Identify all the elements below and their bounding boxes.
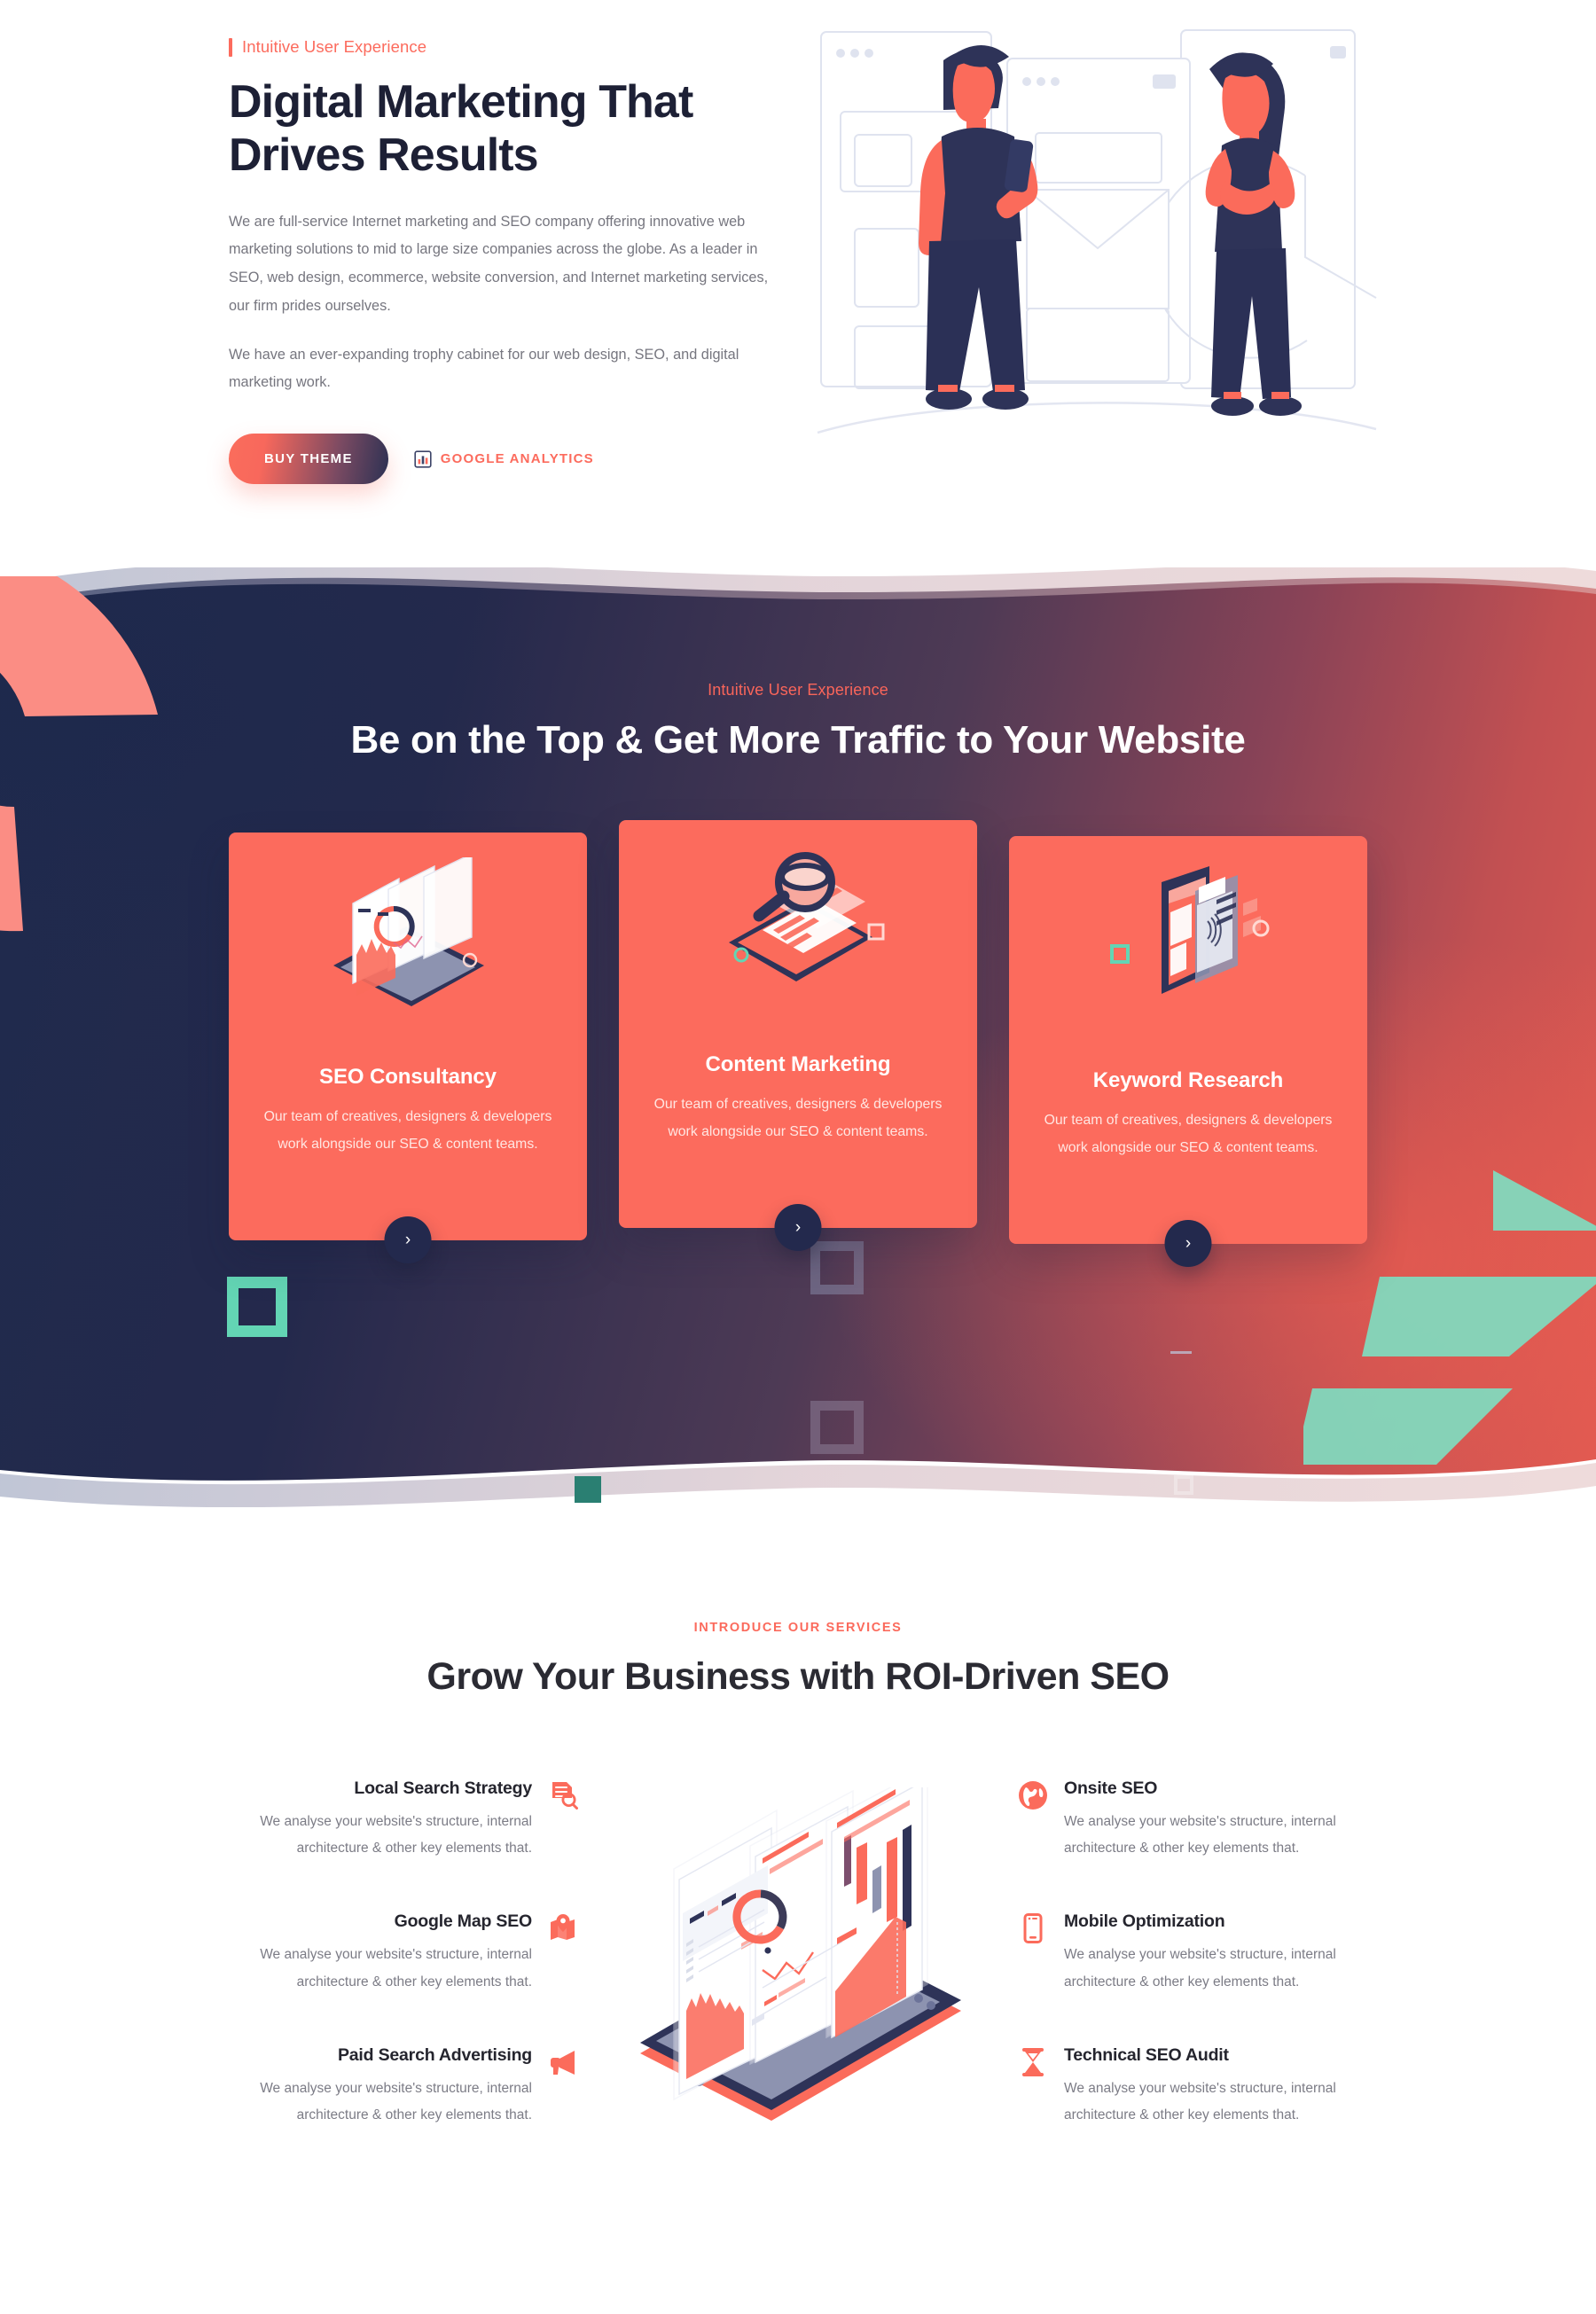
card-description: Our team of creatives, designers & devel…	[1044, 1113, 1333, 1155]
service-cards: SEO Consultancy Our team of creatives, d…	[0, 820, 1596, 1268]
small-white-square-decoration	[1174, 1475, 1193, 1495]
hero-paragraph-1: We are full-service Internet marketing a…	[229, 213, 769, 314]
card-content-marketing[interactable]: Content Marketing Our team of creatives,…	[619, 820, 977, 1252]
map-pin-icon	[551, 1914, 575, 1941]
card-title: SEO Consultancy	[319, 1065, 497, 1090]
service-item-description: We analyse your website's structure, int…	[260, 1947, 532, 1990]
services-grid: Local Search Strategy We analyse your we…	[0, 1778, 1596, 2133]
service-item-technical-seo-audit[interactable]: Technical SEO Audit We analyse your webs…	[1018, 2045, 1346, 2129]
document-search-icon	[552, 1781, 578, 1810]
hourglass-icon	[1022, 2047, 1044, 2076]
hero-paragraph-2: We have an ever-expanding trophy cabinet…	[229, 346, 739, 391]
google-analytics-label: GOOGLE ANALYTICS	[440, 451, 594, 467]
service-item-onsite-seo[interactable]: Onsite SEO We analyse your website's str…	[1018, 1778, 1346, 1862]
services-left-column: Local Search Strategy We analyse your we…	[232, 1778, 578, 2133]
card-arrow-button[interactable]: ›	[384, 1216, 432, 1264]
services-illustration	[603, 1778, 993, 2133]
service-item-description: We analyse your website's structure, int…	[260, 2080, 532, 2122]
service-item-google-map-seo[interactable]: Google Map SEO We analyse your website's…	[250, 1911, 578, 1995]
eyebrow-rule-icon	[229, 37, 232, 57]
hero-content: Intuitive User Experience Digital Market…	[229, 0, 796, 485]
globe-icon	[1019, 1780, 1047, 1810]
hero-section: Intuitive User Experience Digital Market…	[0, 0, 1596, 567]
card-description: Our team of creatives, designers & devel…	[263, 1109, 552, 1152]
service-item-description: We analyse your website's structure, int…	[1064, 2080, 1336, 2122]
hero-illustration	[809, 16, 1385, 468]
card-arrow-button[interactable]: ›	[1164, 1220, 1212, 1268]
megaphone-icon	[551, 2050, 575, 2075]
mobile-phone-icon	[1023, 1913, 1043, 1944]
band-title: Be on the Top & Get More Traffic to Your…	[350, 718, 1246, 762]
service-item-paid-search-advertising[interactable]: Paid Search Advertising We analyse your …	[250, 2045, 578, 2129]
service-item-mobile-optimization[interactable]: Mobile Optimization We analyse your webs…	[1018, 1911, 1346, 1995]
isometric-tablet-fingerprint-icon	[1110, 866, 1270, 995]
card-title: Keyword Research	[1092, 1068, 1284, 1093]
traffic-section: Intuitive User Experience Be on the Top …	[0, 567, 1596, 1507]
bar-chart-icon	[414, 450, 432, 468]
services-title: Grow Your Business with ROI-Driven SEO	[426, 1655, 1170, 1698]
service-item-title: Technical SEO Audit	[1064, 2044, 1229, 2065]
service-item-description: We analyse your website's structure, int…	[1064, 1813, 1336, 1857]
card-keyword-research[interactable]: Keyword Research Our team of creatives, …	[1009, 836, 1367, 1268]
service-item-title: Local Search Strategy	[354, 1778, 532, 1798]
card-arrow-button[interactable]: ›	[774, 1204, 822, 1252]
service-item-description: We analyse your website's structure, int…	[1064, 1947, 1336, 1990]
service-item-title: Paid Search Advertising	[337, 2044, 532, 2065]
isometric-laptop-analytics-icon	[333, 857, 484, 1007]
service-item-title: Mobile Optimization	[1064, 1911, 1225, 1932]
card-description: Our team of creatives, designers & devel…	[653, 1097, 943, 1139]
services-section: INTRODUCE OUR SERVICES Grow Your Busines…	[0, 1507, 1596, 2218]
hero-eyebrow-label: Intuitive User Experience	[242, 37, 427, 56]
card-seo-consultancy[interactable]: SEO Consultancy Our team of creatives, d…	[229, 833, 587, 1264]
hero-eyebrow: Intuitive User Experience	[229, 37, 796, 57]
service-item-local-search-strategy[interactable]: Local Search Strategy We analyse your we…	[250, 1778, 578, 1862]
filled-teal-square-decoration	[575, 1476, 601, 1503]
isometric-magnifier-document-icon	[729, 852, 885, 982]
service-item-title: Google Map SEO	[394, 1911, 533, 1932]
service-item-description: We analyse your website's structure, int…	[260, 1813, 532, 1857]
card-title: Content Marketing	[705, 1052, 891, 1077]
page-title: Digital Marketing That Drives Results	[229, 76, 693, 182]
service-item-title: Onsite SEO	[1064, 1778, 1158, 1798]
band-eyebrow-label: Intuitive User Experience	[708, 681, 888, 699]
services-right-column: Onsite SEO We analyse your website's str…	[1018, 1778, 1364, 2133]
google-analytics-link[interactable]: GOOGLE ANALYTICS	[414, 450, 594, 468]
hero-actions: BUY THEME GOOGLE ANALYTICS	[229, 434, 796, 485]
band-content: Intuitive User Experience Be on the Top …	[0, 567, 1596, 1268]
buy-theme-button[interactable]: BUY THEME	[229, 434, 388, 485]
services-eyebrow-label: INTRODUCE OUR SERVICES	[693, 1621, 903, 1635]
